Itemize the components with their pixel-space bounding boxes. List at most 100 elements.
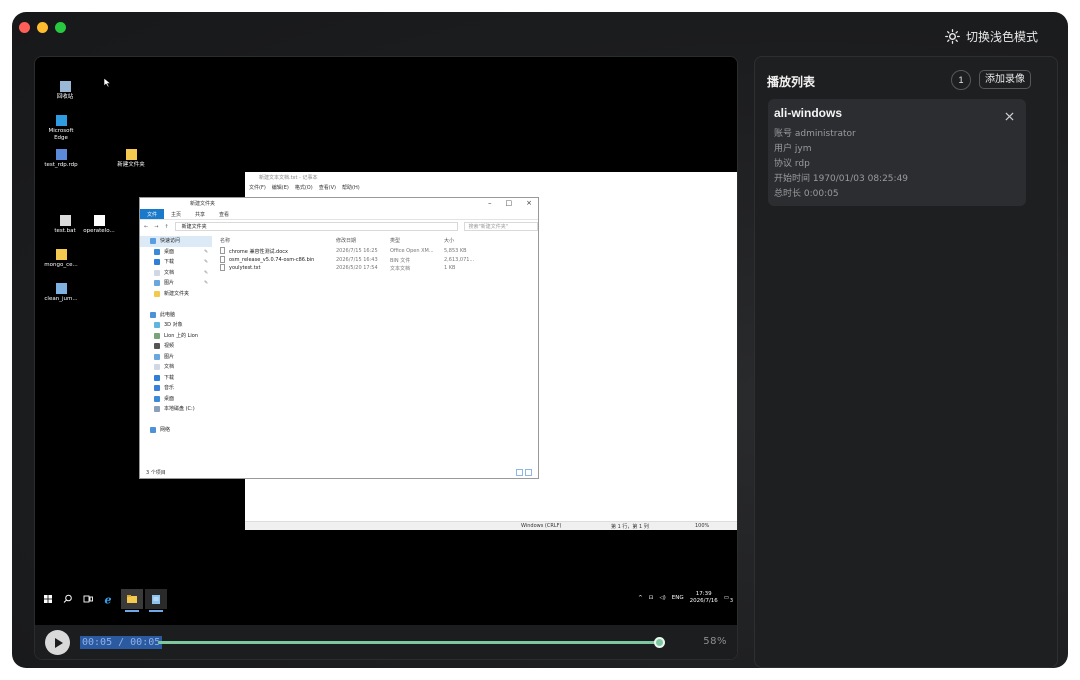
nav-item[interactable]: 图片 ✎	[140, 278, 212, 289]
column-header[interactable]: 大小	[444, 237, 454, 244]
column-header[interactable]: 类型	[390, 237, 400, 244]
forward-arrow-icon[interactable]: →	[154, 224, 158, 230]
remove-recording-icon[interactable]	[1005, 112, 1014, 121]
taskbar-clock[interactable]: 17:39 2026/7/16	[690, 591, 718, 605]
desktop-icon-text-file[interactable]: operatelo...	[77, 215, 121, 235]
nav-item-label: 桌面	[164, 395, 175, 402]
notification-icon[interactable]: ▭ 3	[724, 595, 733, 604]
notepad-menu-item[interactable]: 帮助(H)	[342, 184, 360, 192]
add-recording-button[interactable]: 添加录像	[979, 70, 1031, 89]
back-arrow-icon[interactable]: ←	[144, 224, 148, 230]
nav-item[interactable]: 本地磁盘 (C:)	[140, 404, 212, 415]
notification-count: 3	[729, 598, 733, 604]
progress-track[interactable]	[158, 637, 665, 648]
nav-item[interactable]: 图片	[140, 352, 212, 363]
windows-start-icon[interactable]	[41, 592, 55, 606]
nav-item[interactable]: Lion 上的 Lion	[140, 331, 212, 342]
task-view-icon[interactable]	[81, 592, 95, 606]
recording-user: 用户 jym	[774, 144, 812, 154]
nav-item-label: 视频	[164, 343, 175, 349]
nav-item[interactable]: 视频	[140, 341, 212, 352]
desktop-icon-new-folder[interactable]: 新建文件夹	[109, 149, 153, 169]
player-controls: 00:05 / 00:05 58%	[35, 625, 737, 659]
desktop-icon-label: clean_jum...	[44, 296, 78, 302]
nav-item[interactable]: 新建文件夹	[140, 289, 212, 300]
file-list-header: 名称 修改日期 类型 大小	[220, 236, 540, 247]
network-icon[interactable]: ⊡	[649, 595, 654, 601]
column-header[interactable]: 名称	[220, 237, 230, 244]
desktop-icon-label: mongo_ce...	[44, 262, 78, 268]
explorer-view-buttons	[516, 469, 532, 476]
zoom-level[interactable]: 58%	[703, 636, 727, 647]
explorer-minimize-icon[interactable]: –	[488, 199, 492, 207]
maximize-window-button[interactable]	[55, 22, 66, 33]
desktop-icon-clean-file[interactable]: clean_jum...	[39, 283, 83, 303]
desktop-icon-mongo-folder[interactable]: mongo_ce...	[39, 249, 83, 269]
up-arrow-icon[interactable]: ↑	[164, 224, 168, 230]
nav-item[interactable]: 音乐	[140, 383, 212, 394]
notepad-menu-item[interactable]: 格式(O)	[295, 184, 313, 192]
nav-item-icon	[154, 395, 160, 402]
file-row[interactable]: osm_release_v5.0.74-osm-c86.bin 2026/7/15…	[220, 255, 540, 265]
pin-icon: ✎	[204, 259, 209, 265]
explorer-file-list: 名称 修改日期 类型 大小 chrome 兼容性测试.docx 2026/7/15 16:…	[220, 236, 540, 273]
edge-icon	[55, 115, 67, 126]
remote-desktop-screen[interactable]: 回收站 Microsoft Edge test_rdp.rdp 新建文件夹 test.b…	[35, 57, 737, 631]
explorer-title: 新建文件夹	[190, 201, 216, 207]
theme-toggle-button[interactable]: 切换浅色模式	[945, 28, 1038, 45]
explorer-maximize-icon[interactable]: □	[506, 199, 513, 207]
svg-text:e: e	[105, 594, 112, 607]
recording-title: ali-windows	[774, 106, 843, 120]
nav-item-icon	[154, 374, 160, 381]
nav-item[interactable]: 文档	[140, 362, 212, 373]
explorer-address-bar[interactable]: 新建文件夹	[174, 222, 459, 231]
file-row[interactable]: youlytest.txt 2026/5/20 17:54 文本文档 1 KB	[220, 264, 540, 273]
desktop-icon-rdp-file[interactable]: test_rdp.rdp	[39, 149, 83, 169]
ribbon-tab[interactable]: 主页	[164, 209, 188, 219]
minimize-window-button[interactable]	[37, 22, 48, 33]
ribbon-tab[interactable]: 查看	[212, 209, 236, 219]
ie-icon[interactable]: e	[102, 592, 116, 607]
input-language[interactable]: ENG	[672, 595, 684, 601]
playback-time: 00:05 / 00:05	[80, 636, 163, 649]
desktop-icon-recycle-bin[interactable]: 回收站	[43, 81, 87, 101]
nav-item-label: 下载	[164, 374, 175, 381]
file-explorer-icon[interactable]	[125, 592, 139, 606]
close-window-button[interactable]	[19, 22, 30, 33]
notepad-menu-item[interactable]: 文件(F)	[249, 184, 266, 192]
nav-item[interactable]: 文档 ✎	[140, 268, 212, 279]
notepad-menu-item[interactable]: 编辑(E)	[272, 184, 289, 192]
nav-item[interactable]: 3D 对象	[140, 320, 212, 331]
file-date: 2026/7/15 16:43	[336, 256, 378, 263]
playlist-item[interactable]: ali-windows 账号 administrator 用户 jym 协议 r…	[768, 99, 1026, 206]
desktop-icon-edge[interactable]: Microsoft Edge	[39, 115, 83, 142]
nav-item[interactable]: 桌面 ✎	[140, 247, 212, 258]
nav-item-label: 此电脑	[160, 311, 176, 318]
nav-item[interactable]: 下载 ✎	[140, 257, 212, 268]
recording-player: 回收站 Microsoft Edge test_rdp.rdp 新建文件夹 test.b…	[34, 56, 738, 660]
tray-expand-icon[interactable]: ^	[638, 595, 643, 601]
nav-item[interactable]: 桌面	[140, 394, 212, 405]
file-row[interactable]: chrome 兼容性测试.docx 2026/7/15 16:25 Office O…	[220, 247, 540, 256]
nav-item[interactable]: 下载	[140, 373, 212, 384]
play-button[interactable]	[45, 630, 70, 655]
notepad-icon[interactable]	[149, 592, 163, 606]
nav-item[interactable]: 网络	[140, 425, 212, 436]
volume-icon[interactable]: ◁)	[659, 595, 665, 601]
progress-handle[interactable]	[653, 637, 665, 648]
ribbon-tab[interactable]: 文件	[140, 209, 165, 219]
search-icon[interactable]	[61, 592, 75, 606]
nav-item-icon	[154, 259, 160, 266]
ribbon-tab[interactable]: 共享	[188, 209, 212, 219]
explorer-search-input[interactable]: 搜索"新建文件夹"	[464, 222, 538, 231]
notepad-menu-item[interactable]: 查看(V)	[319, 184, 336, 192]
nav-item[interactable]: 快速访问	[140, 236, 212, 247]
column-header[interactable]: 修改日期	[336, 237, 356, 244]
nav-item[interactable]: 此电脑	[140, 310, 212, 321]
recording-duration: 总时长 0:00:05	[774, 189, 839, 199]
file-name: youlytest.txt	[229, 265, 261, 271]
large-icons-view-icon[interactable]	[525, 469, 532, 476]
desktop-icon-label: test_rdp.rdp	[44, 162, 78, 168]
details-view-icon[interactable]	[516, 469, 523, 476]
explorer-close-icon[interactable]: ×	[526, 199, 532, 207]
